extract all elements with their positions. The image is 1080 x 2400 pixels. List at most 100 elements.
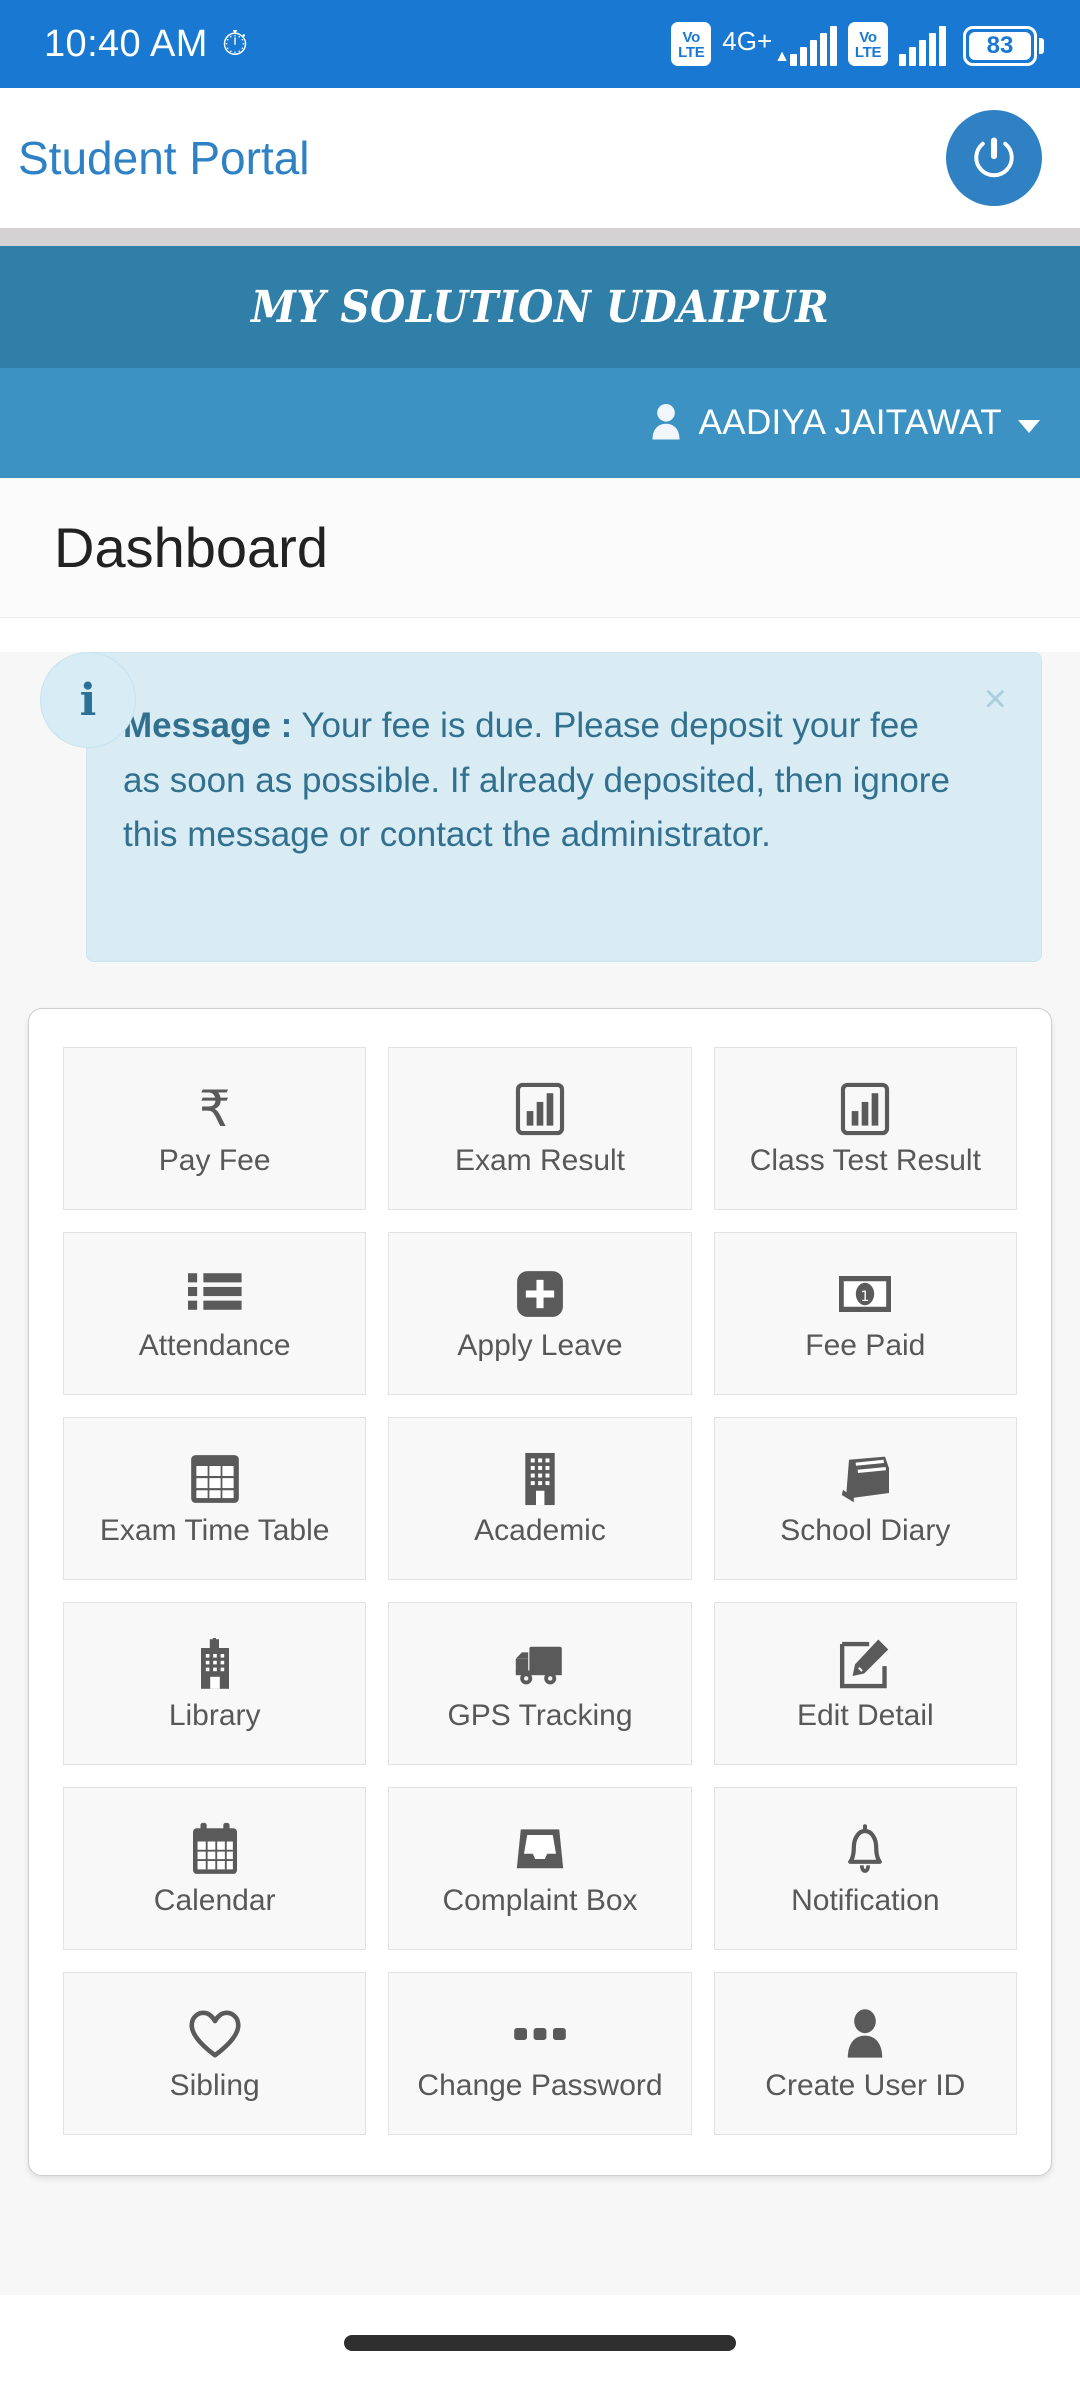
tile-library[interactable]: Library (63, 1602, 367, 1765)
library-building-icon (193, 1635, 237, 1693)
tile-label: Change Password (417, 2069, 663, 2102)
money-bill-icon: 1 (837, 1265, 893, 1323)
user-name-label: AADIYA JAITAWAT (698, 403, 1002, 442)
dashboard-tile-grid: ₹ Pay Fee Exam Result Class Test Result (63, 1047, 1017, 2135)
dashboard-menu-card: ₹ Pay Fee Exam Result Class Test Result (28, 1008, 1052, 2176)
user-icon (647, 401, 685, 445)
chevron-down-icon[interactable] (1018, 419, 1040, 433)
tile-fee-paid[interactable]: 1 Fee Paid (713, 1232, 1017, 1395)
tile-school-diary[interactable]: School Diary (713, 1417, 1017, 1580)
volte-label-top-2: Vo (859, 28, 877, 46)
person-icon (842, 2005, 888, 2063)
tile-label: Edit Detail (796, 1699, 934, 1732)
volte-label-bottom-2: LTE (854, 43, 882, 61)
tile-label: Library (168, 1699, 261, 1732)
message-alert-box: × Message : Your fee is due. Please depo… (86, 652, 1042, 962)
status-bar-right: Vo LTE 4G+ ▲ Vo LTE 83 (671, 22, 1044, 66)
truck-icon (511, 1635, 569, 1693)
volte-label-top: Vo (682, 28, 701, 46)
status-bar-left: 10:40 AM ⏱ (44, 23, 248, 66)
tile-label: Sibling (169, 2069, 260, 2102)
main-content: i × Message : Your fee is due. Please de… (0, 652, 1080, 2295)
tile-label: Apply Leave (457, 1329, 623, 1362)
tile-apply-leave[interactable]: Apply Leave (388, 1232, 692, 1395)
tile-complaint-box[interactable]: Complaint Box (388, 1787, 692, 1950)
app-header: Student Portal (0, 88, 1080, 228)
alarm-icon: ⏱ (221, 25, 249, 63)
tile-label: Class Test Result (749, 1144, 981, 1177)
table-grid-icon (189, 1450, 241, 1508)
bell-icon (841, 1820, 889, 1878)
tile-label: Complaint Box (442, 1884, 638, 1917)
tile-label: Calendar (153, 1884, 276, 1917)
volte-icon-sim2: Vo LTE (848, 22, 888, 66)
building-icon (519, 1450, 561, 1508)
heart-icon (188, 2005, 242, 2063)
book-icon (837, 1450, 893, 1508)
user-bar[interactable]: AADIYA JAITAWAT (0, 368, 1080, 478)
tile-label: Notification (791, 1884, 940, 1917)
tile-label: Fee Paid (805, 1329, 926, 1362)
page-title-bar: Dashboard (0, 478, 1080, 618)
volte-icon-sim1: Vo LTE (671, 22, 712, 66)
logout-power-button[interactable] (946, 110, 1042, 206)
tile-label: GPS Tracking (447, 1699, 633, 1732)
sim1-signal-group: 4G+ ▲ (722, 26, 837, 66)
ellipsis-icon (513, 2005, 567, 2063)
tile-label: Exam Time Table (99, 1514, 330, 1547)
tile-calendar[interactable]: Calendar (63, 1787, 367, 1950)
tile-gps-tracking[interactable]: GPS Tracking (388, 1602, 692, 1765)
battery-percent-label: 83 (969, 32, 1031, 60)
status-bar: 10:40 AM ⏱ Vo LTE 4G+ ▲ Vo LTE 83 (0, 0, 1080, 88)
info-icon: i (40, 652, 136, 748)
volte-label-bottom: LTE (678, 43, 705, 61)
school-name: MY SOLUTION UDAIPUR (250, 281, 830, 333)
inbox-icon (513, 1820, 567, 1878)
tile-attendance[interactable]: Attendance (63, 1232, 367, 1395)
tile-exam-result[interactable]: Exam Result (388, 1047, 692, 1210)
message-alert: i × Message : Your fee is due. Please de… (38, 652, 1042, 962)
tile-label: Exam Result (454, 1144, 626, 1177)
tile-pay-fee[interactable]: ₹ Pay Fee (63, 1047, 367, 1210)
tile-edit-detail[interactable]: Edit Detail (713, 1602, 1017, 1765)
message-alert-text: Message : Your fee is due. Please deposi… (123, 699, 951, 863)
signal-bars-icon-sim1 (790, 26, 837, 66)
bar-chart-icon (840, 1080, 890, 1138)
home-gesture-pill[interactable] (344, 2335, 736, 2351)
page-title: Dashboard (54, 516, 328, 579)
tile-sibling[interactable]: Sibling (63, 1972, 367, 2135)
status-bar-clock: 10:40 AM (44, 22, 208, 65)
tile-class-test-result[interactable]: Class Test Result (713, 1047, 1017, 1210)
network-type-label: 4G+ (722, 26, 773, 56)
battery-icon: 83 (963, 26, 1044, 66)
power-icon (974, 137, 1014, 178)
message-alert-label: Message : (123, 706, 293, 745)
tile-label: Pay Fee (158, 1144, 271, 1177)
rupee-icon: ₹ (198, 1080, 231, 1138)
signal-bars-icon-sim2 (899, 26, 946, 66)
tile-label: Attendance (138, 1329, 291, 1362)
edit-pencil-icon (838, 1635, 892, 1693)
battery-body: 83 (963, 26, 1037, 66)
school-brand-banner: MY SOLUTION UDAIPUR (0, 246, 1080, 368)
tile-academic[interactable]: Academic (388, 1417, 692, 1580)
system-navigation-bar (0, 2295, 1080, 2391)
bar-chart-icon (515, 1080, 565, 1138)
tile-exam-time-table[interactable]: Exam Time Table (63, 1417, 367, 1580)
list-icon (187, 1265, 242, 1323)
info-icon-glyph: i (79, 674, 97, 726)
tile-label: School Diary (780, 1514, 951, 1547)
tile-label: Academic (474, 1514, 606, 1547)
battery-tip (1039, 38, 1044, 54)
calendar-icon (189, 1820, 241, 1878)
tile-change-password[interactable]: Change Password (388, 1972, 692, 2135)
header-divider-strip (0, 228, 1080, 246)
tile-create-user-id[interactable]: Create User ID (713, 1972, 1017, 2135)
plus-square-icon (515, 1265, 565, 1323)
svg-text:1: 1 (861, 1289, 870, 1305)
close-icon[interactable]: × (984, 679, 1007, 719)
app-title: Student Portal (18, 132, 310, 184)
tile-notification[interactable]: Notification (713, 1787, 1017, 1950)
data-transfer-icon: ▲ (774, 48, 790, 66)
tile-label: Create User ID (765, 2069, 966, 2102)
